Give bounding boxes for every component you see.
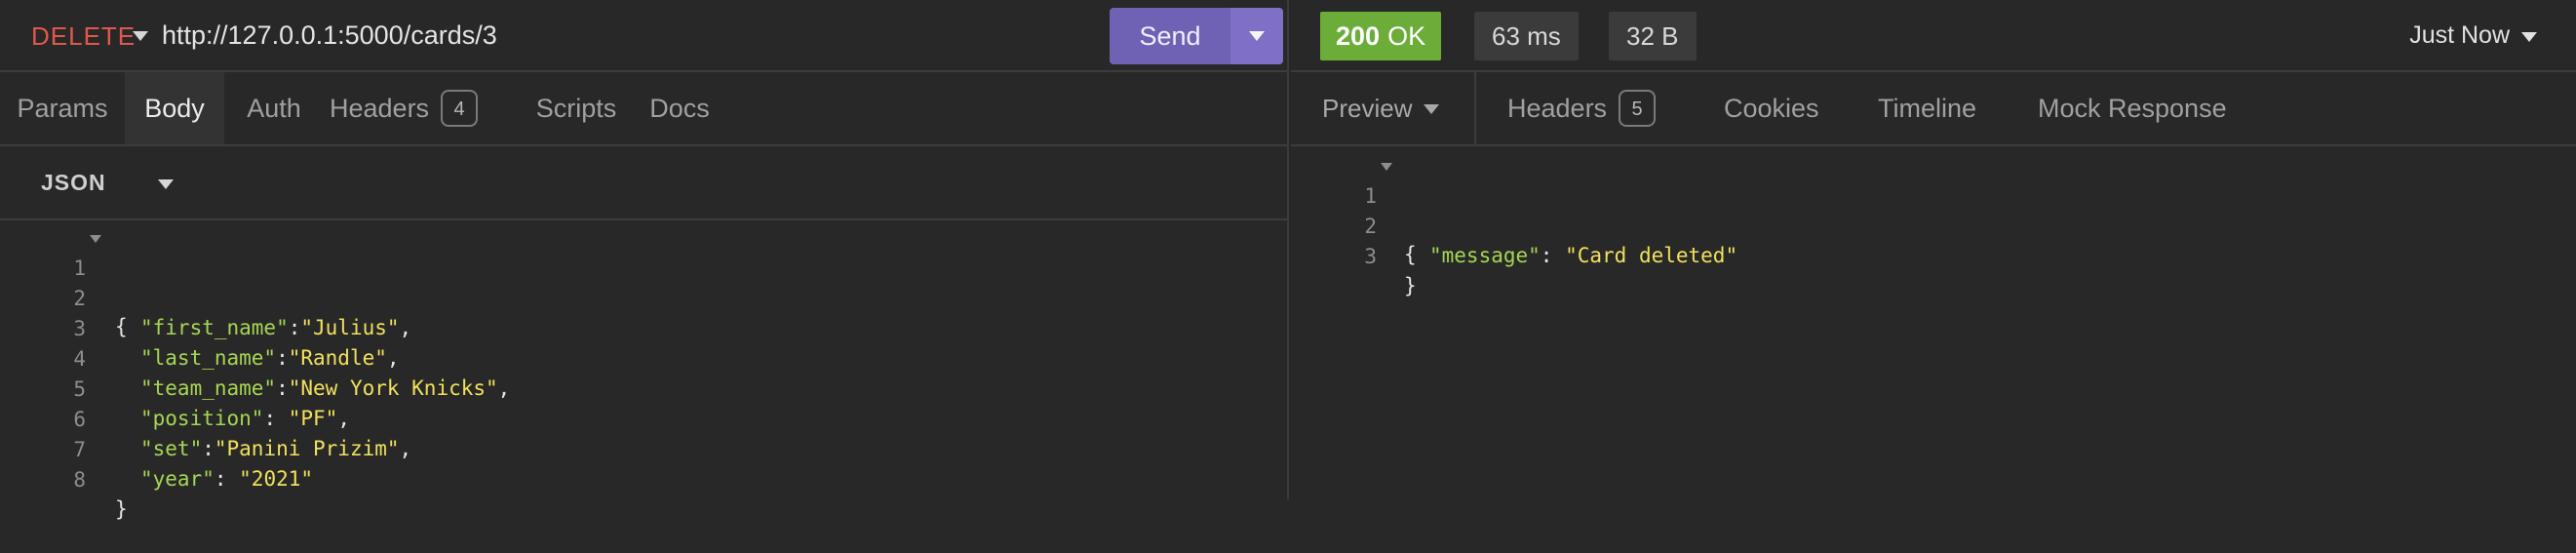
tab-timeline[interactable]: Timeline	[1878, 72, 1995, 144]
tab-docs[interactable]: Docs	[640, 72, 720, 144]
json-key: "team_name"	[140, 376, 277, 400]
json-comma: ,	[399, 316, 412, 339]
json-comma: ,	[386, 346, 400, 370]
code-line: 5 "position": "PF",	[0, 345, 350, 430]
json-key: "year"	[140, 467, 215, 491]
code-text: {	[115, 315, 128, 338]
history-selector[interactable]: Just Now	[2409, 21, 2510, 50]
fold-arrow-icon[interactable]	[1381, 163, 1392, 171]
status-code: 200	[1336, 20, 1381, 51]
code-text: }	[1404, 274, 1417, 297]
code-line: 3 "last_name":"Randle",	[0, 285, 399, 370]
code-line: 6 "set":"Panini Prizim",	[0, 375, 411, 460]
tab-body[interactable]: Body	[125, 72, 224, 144]
tab-label: Scripts	[535, 93, 617, 123]
line-number: 3	[1364, 245, 1377, 268]
tab-auth[interactable]: Auth	[230, 72, 318, 144]
tab-label: Cookies	[1724, 93, 1819, 123]
response-status-bar: 200 OK 63 ms 32 B Just Now	[1291, 0, 2576, 72]
json-key: "first_name"	[140, 316, 289, 339]
url-bar: DELETE http://127.0.0.1:5000/cards/3 Sen…	[0, 0, 1287, 72]
code-line: 2 "first_name":"Julius",	[0, 255, 411, 339]
json-key: "message"	[1429, 244, 1541, 267]
json-key: "last_name"	[140, 346, 277, 370]
preview-label: Preview	[1322, 94, 1413, 123]
code-line: 4 "team_name":"New York Knicks",	[0, 315, 510, 400]
status-badge: 200 OK	[1320, 12, 1442, 60]
tab-headers[interactable]: Headers 4	[330, 72, 505, 144]
json-separator: :	[1540, 244, 1566, 267]
request-tabs: Params Body Auth Headers 4 Scripts Docs	[0, 72, 1287, 146]
send-button[interactable]: Send	[1110, 8, 1230, 64]
json-separator: :	[276, 346, 289, 370]
url-input[interactable]: http://127.0.0.1:5000/cards/3	[162, 20, 497, 51]
code-line: 2 "message": "Card deleted"	[1291, 182, 1737, 267]
body-type-selector[interactable]: JSON	[41, 170, 106, 196]
tab-label: Docs	[649, 93, 710, 123]
json-value: "2021"	[239, 467, 314, 491]
response-tabs: Preview Headers 5 Cookies Timeline Mock …	[1291, 72, 2576, 146]
tab-label: Headers	[330, 93, 430, 123]
json-value: "Randle"	[288, 346, 387, 370]
code-line: 1 {	[0, 224, 128, 338]
json-value: "New York Knicks"	[288, 376, 498, 400]
response-size-badge: 32 B	[1609, 12, 1697, 60]
tab-label: Mock Response	[2038, 93, 2227, 123]
code-text: {	[1404, 243, 1417, 266]
json-value: "Panini Prizim"	[214, 437, 400, 460]
request-pane: DELETE http://127.0.0.1:5000/cards/3 Sen…	[0, 0, 1289, 521]
send-button-group: Send	[1110, 8, 1283, 64]
json-comma: ,	[337, 407, 350, 430]
body-type-dropdown-icon[interactable]	[158, 179, 174, 189]
chevron-down-icon	[1249, 31, 1265, 41]
send-options-button[interactable]	[1230, 8, 1283, 64]
code-line: 7 "year": "2021"	[0, 406, 313, 491]
code-line: 8 }	[0, 436, 127, 521]
json-key: "set"	[140, 437, 203, 460]
tab-label: Timeline	[1878, 93, 1977, 123]
json-key: "position"	[140, 407, 264, 430]
response-time-badge: 63 ms	[1474, 12, 1579, 60]
tab-response-headers[interactable]: Headers 5	[1507, 72, 1683, 144]
fold-arrow-icon[interactable]	[90, 235, 101, 243]
body-type-bar: JSON	[0, 146, 1287, 220]
json-separator: :	[202, 437, 215, 460]
json-separator: :	[276, 376, 289, 400]
json-separator: :	[288, 316, 301, 339]
response-pane: 200 OK 63 ms 32 B Just Now Preview Heade…	[1291, 0, 2576, 499]
tab-params[interactable]: Params	[0, 72, 125, 144]
chevron-down-icon	[1424, 104, 1439, 114]
headers-count-badge: 4	[441, 90, 479, 127]
json-value: "Card deleted"	[1565, 244, 1738, 267]
method-selector[interactable]: DELETE	[31, 21, 136, 52]
tab-label: Params	[17, 93, 108, 123]
json-comma: ,	[399, 437, 412, 460]
tab-label: Headers	[1507, 93, 1608, 123]
code-line: 1 {	[1291, 152, 1417, 266]
json-value: "PF"	[288, 407, 338, 430]
tab-mock-response[interactable]: Mock Response	[2038, 72, 2252, 144]
line-number: 8	[73, 468, 86, 492]
preview-mode-selector[interactable]: Preview	[1291, 72, 1476, 144]
tab-label: Body	[144, 93, 205, 123]
code-line: 3 }	[1291, 213, 1416, 297]
status-text: OK	[1387, 20, 1426, 51]
tab-cookies[interactable]: Cookies	[1724, 72, 1841, 144]
json-value: "Julius"	[300, 316, 400, 339]
json-separator: :	[263, 407, 289, 430]
json-comma: ,	[497, 376, 511, 400]
tab-label: Auth	[247, 93, 301, 123]
headers-count-badge: 5	[1619, 90, 1657, 127]
json-separator: :	[214, 467, 240, 491]
method-dropdown-icon[interactable]	[133, 31, 148, 41]
tab-scripts[interactable]: Scripts	[513, 72, 640, 144]
chevron-down-icon[interactable]	[2521, 32, 2537, 42]
